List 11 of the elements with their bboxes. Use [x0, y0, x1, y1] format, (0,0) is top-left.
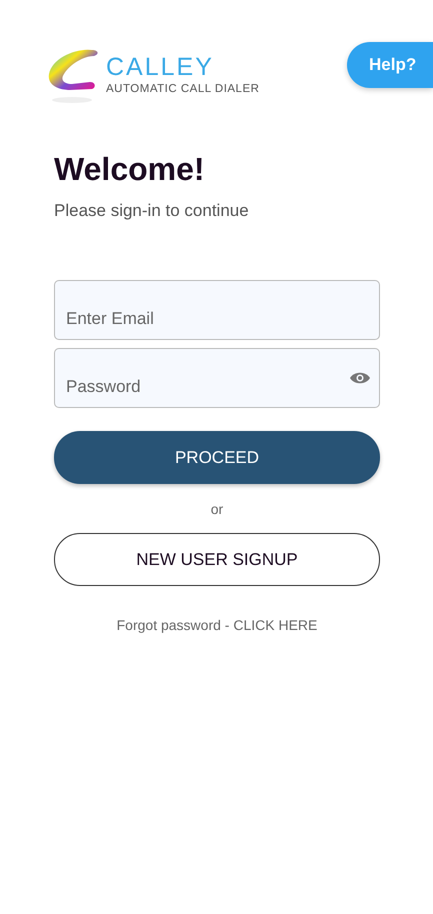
welcome-heading: Welcome! [54, 150, 206, 188]
logo-tagline: AUTOMATIC CALL DIALER [106, 84, 260, 96]
logo-name: CALLEY [106, 54, 215, 80]
or-separator: or [210, 500, 224, 517]
email-field[interactable]: Enter Email [54, 280, 380, 340]
subheading: Please sign-in to continue [54, 200, 250, 222]
password-field[interactable]: Password [54, 348, 380, 408]
proceed-button[interactable]: PROCEED [54, 430, 380, 484]
eye-icon[interactable] [349, 370, 371, 385]
forgot-password-link[interactable]: Forgot password - CLICK HERE [116, 616, 318, 633]
signup-button[interactable]: NEW USER SIGNUP [54, 532, 380, 586]
